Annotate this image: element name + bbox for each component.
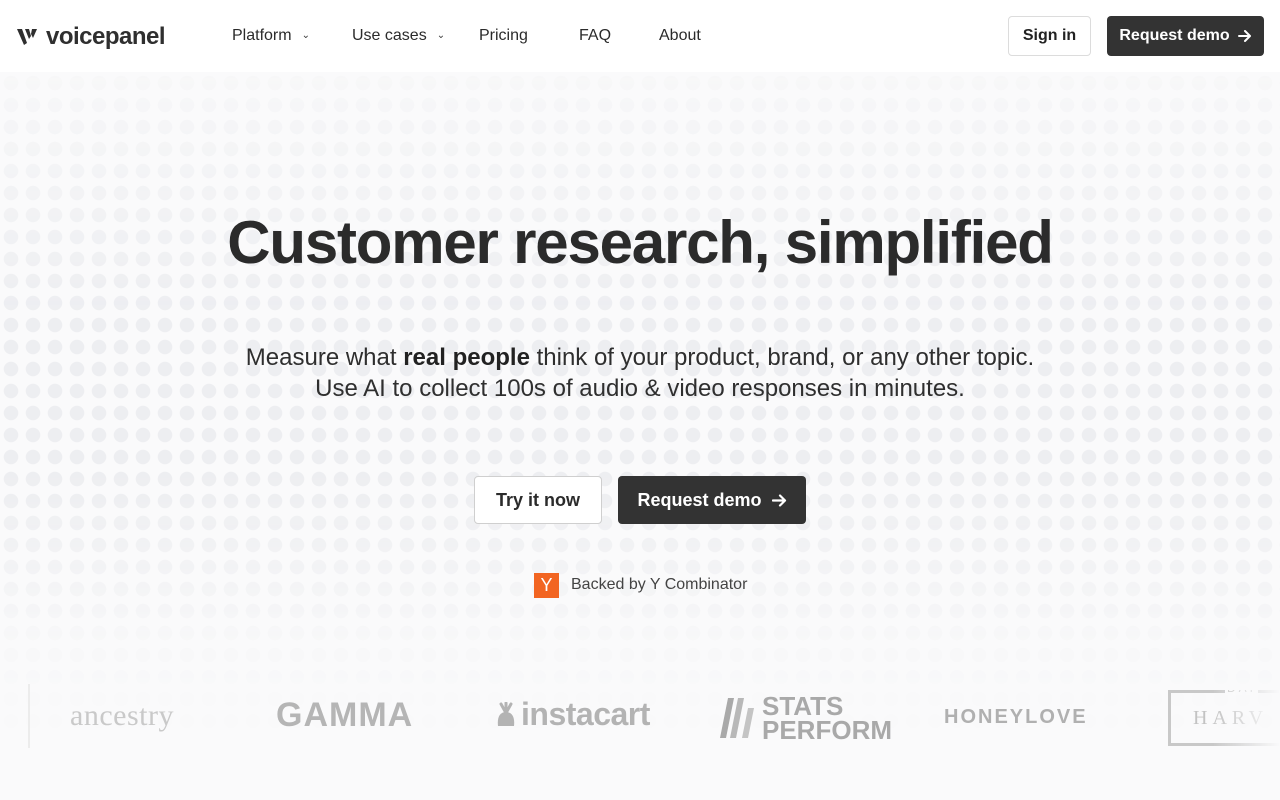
instacart-logo-text: instacart <box>521 696 650 732</box>
nav-pricing-label: Pricing <box>479 27 528 44</box>
hero-subtitle-line-2: Use AI to collect 100s of audio & video … <box>315 375 965 402</box>
sign-in-button[interactable]: Sign in <box>1008 16 1091 56</box>
nav-about[interactable]: About <box>659 26 701 46</box>
request-demo-header-label: Request demo <box>1119 27 1230 44</box>
request-demo-header-button[interactable]: Request demo <box>1107 16 1264 56</box>
harvard-logo: DAI HARV <box>1168 681 1280 746</box>
hero-sub-post: think of your product, brand, or any oth… <box>529 344 1035 371</box>
instacart-logo: instacart <box>495 696 650 733</box>
chevron-down-icon: ⌄ <box>301 29 310 41</box>
stats-perform-wordmark: STATS PERFORM <box>762 693 892 745</box>
hero-sub-pre: Measure what <box>245 344 404 371</box>
nav-use-cases-label: Use cases <box>352 27 427 44</box>
brand-logo[interactable]: voicepanel <box>16 23 166 50</box>
arrow-right-icon <box>771 493 786 507</box>
arrow-right-icon <box>1237 30 1251 42</box>
hero-title: Customer research, simplified <box>227 209 1054 276</box>
backed-by-text: Backed by Y Combinator <box>571 576 748 593</box>
stats-perform-logo: STATS PERFORM <box>720 693 892 745</box>
carrot-icon <box>497 701 515 726</box>
y-combinator-logo-icon: Y <box>534 572 559 598</box>
chevron-down-icon: ⌄ <box>436 29 446 41</box>
nav-use-cases[interactable]: Use cases ⌄ <box>352 26 445 46</box>
ancestry-logo: ancestry <box>28 684 218 748</box>
nav-platform-label: Platform <box>232 27 292 44</box>
harvard-logo-text: HARV <box>1193 706 1269 729</box>
perform-text: PERFORM <box>762 715 892 745</box>
ancestry-logo-text: ancestry <box>70 699 174 732</box>
honeylove-logo: HONEYLOVE <box>944 706 1088 729</box>
honeylove-logo-text: HONEYLOVE <box>944 706 1088 728</box>
harvard-logo-top-text: DAI <box>1225 681 1259 695</box>
try-it-now-label: Try it now <box>495 489 580 510</box>
sign-in-label: Sign in <box>1022 27 1077 44</box>
brand-name: voicepanel <box>46 23 166 50</box>
nav-about-label: About <box>659 27 701 44</box>
nav-faq[interactable]: FAQ <box>579 26 611 46</box>
hero-subtitle: Measure what real people think of your p… <box>0 342 1280 404</box>
site-header: voicepanel Platform ⌄ Use cases ⌄ Pricin… <box>0 0 1280 72</box>
yc-backed-badge[interactable]: Y Backed by Y Combinator <box>534 572 748 598</box>
nav-faq-label: FAQ <box>579 27 612 44</box>
gamma-logo-text: GAMMA <box>276 696 414 734</box>
nav-pricing[interactable]: Pricing <box>479 26 528 46</box>
request-demo-hero-label: Request demo <box>637 489 762 510</box>
hero-subtitle-line-1: Measure what real people think of your p… <box>0 342 1280 373</box>
try-it-now-button[interactable]: Try it now <box>474 476 602 524</box>
customer-logos-strip: ancestry GAMMA instacart STATS PERFORM H… <box>0 680 1280 760</box>
request-demo-hero-button[interactable]: Request demo <box>618 476 806 524</box>
hero-sub-bold: real people <box>403 344 530 371</box>
voicepanel-logo-icon <box>17 29 37 45</box>
stats-perform-mark-icon <box>720 698 754 738</box>
nav-platform[interactable]: Platform ⌄ <box>232 26 310 46</box>
gamma-logo: GAMMA <box>276 696 413 735</box>
